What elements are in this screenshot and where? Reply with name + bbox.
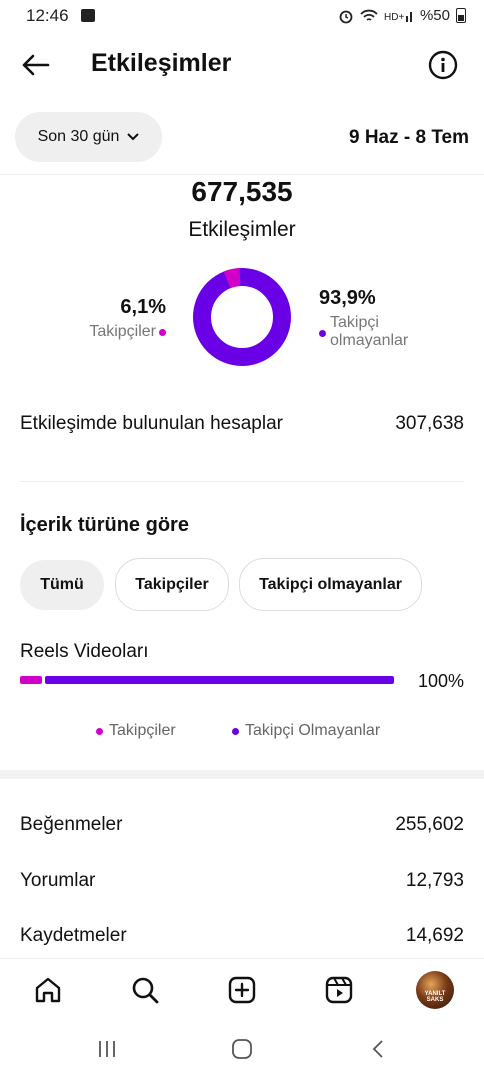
donut-chart xyxy=(193,268,291,366)
profile-avatar[interactable]: YANILT SAKS xyxy=(416,971,454,1009)
reels-label: Reels Videoları xyxy=(20,641,149,662)
accounts-engaged-value: 307,638 xyxy=(395,413,464,434)
divider xyxy=(20,481,464,482)
home-icon[interactable] xyxy=(33,975,63,1005)
tab-all[interactable]: Tümü xyxy=(20,560,104,610)
wifi-icon xyxy=(360,9,378,21)
metric-value: 14,692 xyxy=(405,925,464,946)
gallery-notification-icon xyxy=(81,9,95,22)
metric-row-comments: Yorumlar 12,793 xyxy=(20,870,464,892)
legend-followers-dot-icon xyxy=(96,727,103,735)
alarm-icon xyxy=(339,10,353,23)
total-interactions: 677,535 xyxy=(191,176,293,207)
metric-label: Beğenmeler xyxy=(20,814,123,835)
status-time: 12:46 xyxy=(26,6,69,25)
battery-percent: %50 xyxy=(419,7,450,24)
legend-non-followers-label: Takipçi Olmayanlar xyxy=(245,722,381,739)
bottom-nav: YANILT SAKS xyxy=(0,958,484,1023)
metric-row-saves: Kaydetmeler 14,692 xyxy=(20,925,464,947)
recent-apps-icon[interactable] xyxy=(96,1038,118,1060)
home-system-icon[interactable] xyxy=(231,1038,253,1060)
legend-followers: Takipçiler xyxy=(96,722,176,740)
donut-non-followers-segment xyxy=(193,268,291,366)
signal-icon: HD+ xyxy=(384,11,412,23)
followers-percent: 6,1% xyxy=(120,296,166,318)
accounts-engaged-label: Etkileşimde bulunulan hesaplar xyxy=(20,413,283,434)
accounts-engaged-row[interactable]: Etkileşimde bulunulan hesaplar 307,638 xyxy=(20,413,464,435)
tab-non-followers[interactable]: Takipçi olmayanlar xyxy=(239,558,422,611)
metric-value: 255,602 xyxy=(395,814,464,835)
avatar-text: YANILT SAKS xyxy=(424,991,446,1003)
legend-non-followers-dot-icon xyxy=(232,727,239,735)
divider xyxy=(0,174,484,175)
page-title: Etkileşimler xyxy=(91,49,232,77)
section-divider xyxy=(0,770,484,779)
create-post-icon[interactable] xyxy=(227,975,257,1005)
period-selected: Son 30 gün xyxy=(37,128,120,145)
svg-text:HD+: HD+ xyxy=(384,12,404,23)
reels-non-followers-bar xyxy=(45,676,394,684)
legend-followers-label: Takipçiler xyxy=(109,722,176,739)
status-indicators: HD+ %50 xyxy=(338,7,466,24)
followers-dot-icon xyxy=(159,328,166,336)
search-icon[interactable] xyxy=(130,975,160,1005)
metric-label: Kaydetmeler xyxy=(20,925,127,946)
period-dropdown[interactable]: Son 30 gün xyxy=(15,112,162,162)
followers-label: Takipçiler xyxy=(89,323,156,340)
back-system-icon[interactable] xyxy=(368,1038,390,1060)
metric-row-likes: Beğenmeler 255,602 xyxy=(20,814,464,836)
non-followers-label-line1: Takipçi xyxy=(330,314,379,331)
followers-legend: Takipçiler xyxy=(89,323,166,341)
metric-label: Yorumlar xyxy=(20,870,96,891)
legend-non-followers: Takipçi Olmayanlar xyxy=(232,722,380,740)
date-range: 9 Haz - 8 Tem xyxy=(348,127,469,148)
metric-value: 12,793 xyxy=(405,870,464,891)
tab-followers[interactable]: Takipçiler xyxy=(115,558,229,611)
back-arrow-icon[interactable] xyxy=(18,47,54,83)
info-icon[interactable] xyxy=(428,50,458,80)
total-interactions-label: Etkileşimler xyxy=(188,218,296,241)
system-nav-bar xyxy=(0,1022,484,1080)
section-title: İçerik türüne göre xyxy=(20,514,189,536)
reels-followers-bar xyxy=(20,676,42,684)
reels-percent: 100% xyxy=(417,671,464,691)
non-followers-label-line2: olmayanlar xyxy=(330,332,409,349)
battery-icon xyxy=(456,8,466,23)
non-followers-dot-icon xyxy=(319,330,326,337)
non-followers-legend: Takipçi olmayanlar xyxy=(319,314,408,350)
non-followers-percent: 93,9% xyxy=(319,287,376,309)
reels-icon[interactable] xyxy=(324,975,354,1005)
chevron-down-icon xyxy=(127,133,140,141)
